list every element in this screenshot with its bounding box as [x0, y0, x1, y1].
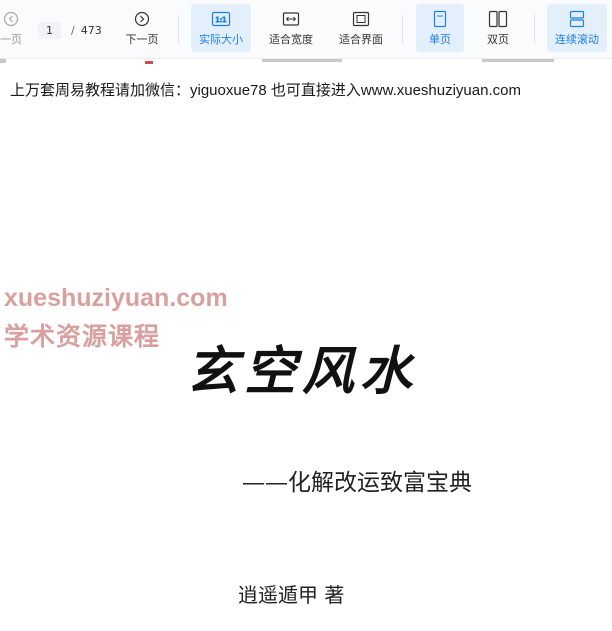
toolbar-divider [402, 14, 403, 44]
clipped-previous-text [0, 59, 554, 64]
actual-size-icon: 1:1 [211, 8, 231, 30]
toolbar-divider [178, 14, 179, 44]
single-page-button[interactable]: 单页 [416, 4, 464, 52]
continuous-scroll-icon [569, 8, 585, 30]
actual-size-label: 实际大小 [199, 33, 243, 46]
chevron-right-circle-icon [134, 8, 150, 30]
next-page-button[interactable]: 下一页 [120, 4, 164, 52]
watermark-url: xueshuziyuan.com [4, 284, 228, 312]
contact-notice: 上万套周易教程请加微信：yiguoxue78 也可直接进入www.xueshuz… [10, 82, 521, 99]
next-page-label: 下一页 [125, 33, 159, 46]
double-page-button[interactable]: 双页 [474, 4, 522, 52]
book-subtitle: ——化解改运致富宝典 [242, 470, 472, 496]
fit-page-button[interactable]: 适合界面 [332, 4, 390, 52]
page-indicator: 1 / 473 [38, 20, 102, 40]
double-page-icon [488, 8, 508, 30]
continuous-scroll-button[interactable]: 连续滚动 [547, 4, 607, 52]
continuous-scroll-label: 连续滚动 [555, 33, 599, 46]
single-page-label: 单页 [429, 33, 451, 46]
page-separator: / [71, 23, 75, 37]
watermark-text: 学术资源课程 [4, 323, 161, 351]
book-author: 逍遥遁甲 著 [238, 583, 345, 607]
fit-page-label: 适合界面 [339, 33, 383, 46]
document-page: 上万套周易教程请加微信：yiguoxue78 也可直接进入www.xueshuz… [0, 59, 612, 631]
total-pages: 473 [80, 23, 102, 37]
double-page-label: 双页 [487, 33, 509, 46]
actual-size-button[interactable]: 1:1 实际大小 [191, 4, 251, 52]
toolbar-divider [534, 14, 535, 44]
prev-page-label: 一页 [0, 33, 22, 46]
toolbar: 一页 1 / 473 下一页 1:1 实际大小 适合宽度 适合界面 单页 双页 … [0, 0, 612, 59]
single-page-icon [433, 8, 447, 30]
svg-text:1:1: 1:1 [215, 16, 226, 24]
chevron-left-circle-icon [3, 8, 19, 30]
current-page-input[interactable]: 1 [38, 21, 61, 39]
fit-width-button[interactable]: 适合宽度 [262, 4, 320, 52]
fit-width-icon [282, 8, 300, 30]
book-title: 玄空风水 [186, 341, 419, 402]
fit-page-icon [352, 8, 370, 30]
fit-width-label: 适合宽度 [269, 33, 313, 46]
prev-page-button[interactable]: 一页 [0, 4, 28, 52]
